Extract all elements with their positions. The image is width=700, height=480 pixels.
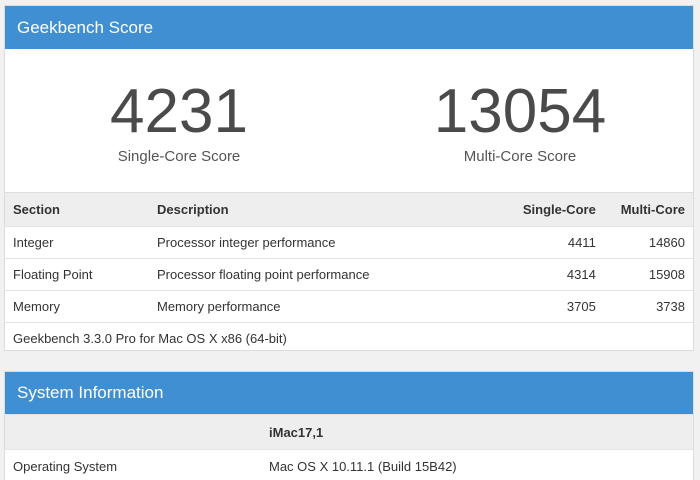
system-info-table: iMac17,1 Operating System Mac OS X 10.11… [5, 414, 693, 480]
system-info-value: Mac OS X 10.11.1 (Build 15B42) [261, 449, 693, 480]
single-core-cell: 4314 [505, 258, 604, 291]
table-footer-row: Geekbench 3.3.0 Pro for Mac OS X x86 (64… [5, 322, 693, 353]
column-header-multi-core: Multi-Core [603, 192, 693, 227]
table-row: Integer Processor integer performance 44… [5, 226, 693, 259]
multi-core-cell: 15908 [603, 258, 693, 291]
geekbench-score-panel: Geekbench Score 4231 Single-Core Score 1… [4, 5, 694, 353]
section-cell: Memory [5, 290, 149, 323]
score-panel-title: Geekbench Score [5, 6, 693, 49]
multi-core-cell: 3738 [603, 290, 693, 323]
table-row: Operating System Mac OS X 10.11.1 (Build… [5, 449, 693, 480]
column-header-single-core: Single-Core [505, 192, 604, 227]
section-cell: Integer [5, 226, 149, 259]
geekbench-version-text: Geekbench 3.3.0 Pro for Mac OS X x86 (64… [5, 322, 693, 353]
multi-core-score-label: Multi-Core Score [463, 148, 577, 165]
geekbench-results-page: Geekbench Score 4231 Single-Core Score 1… [0, 0, 700, 480]
multi-core-score-value: 13054 [433, 77, 607, 146]
single-core-score: 4231 Single-Core Score [49, 79, 309, 167]
system-panel-title: System Information [5, 372, 693, 414]
score-summary: 4231 Single-Core Score 13054 Multi-Core … [5, 49, 693, 192]
model-row: iMac17,1 [5, 414, 693, 450]
results-table-header: Section Description Single-Core Multi-Co… [5, 192, 693, 227]
single-core-cell: 3705 [505, 290, 604, 323]
model-name: iMac17,1 [261, 414, 693, 450]
table-row: Memory Memory performance 3705 3738 [5, 290, 693, 323]
multi-core-score: 13054 Multi-Core Score [390, 79, 650, 167]
description-cell: Processor integer performance [149, 226, 505, 259]
multi-core-cell: 14860 [603, 226, 693, 259]
column-header-section: Section [5, 192, 149, 227]
single-core-score-value: 4231 [110, 77, 248, 146]
results-table: Section Description Single-Core Multi-Co… [5, 192, 693, 353]
system-information-panel: System Information iMac17,1 Operating Sy… [4, 371, 694, 480]
table-row: Floating Point Processor floating point … [5, 258, 693, 291]
description-cell: Processor floating point performance [149, 258, 505, 291]
description-cell: Memory performance [149, 290, 505, 323]
system-info-key: Operating System [5, 449, 261, 480]
single-core-cell: 4411 [505, 226, 604, 259]
single-core-score-label: Single-Core Score [117, 148, 241, 165]
model-key-cell [5, 414, 261, 450]
section-cell: Floating Point [5, 258, 149, 291]
column-header-description: Description [149, 192, 505, 227]
